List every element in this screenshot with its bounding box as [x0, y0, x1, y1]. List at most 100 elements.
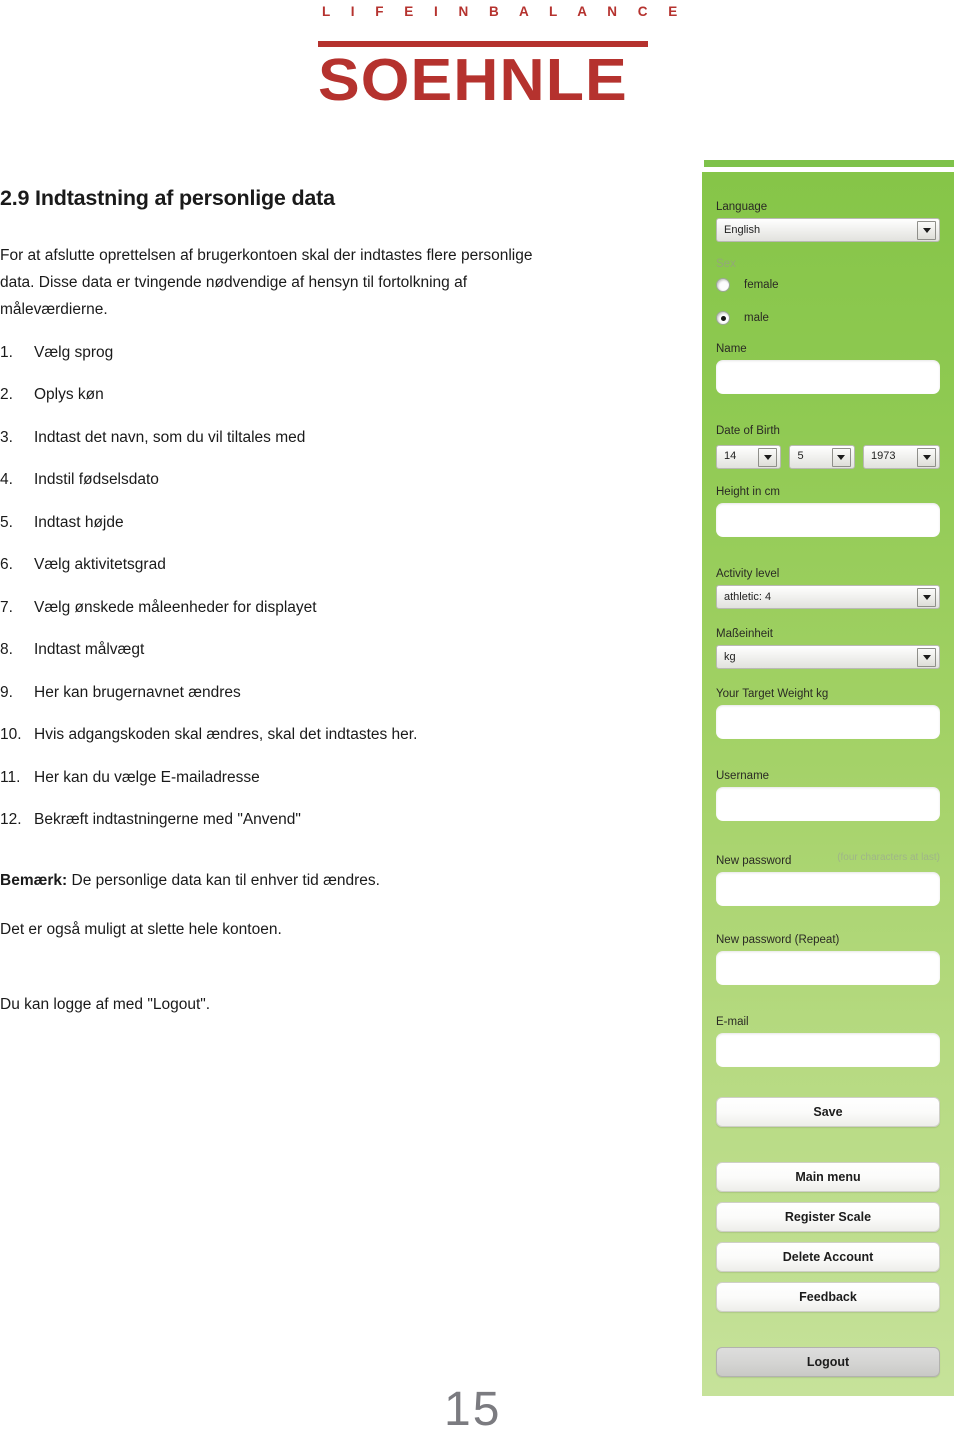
register-scale-button[interactable]: Register Scale: [716, 1202, 940, 1232]
field-email: E-mail: [716, 1015, 940, 1067]
language-select[interactable]: English: [716, 218, 940, 242]
note-logout: Du kan logge af med "Logout".: [0, 996, 211, 1014]
register-scale-button-label: Register Scale: [784, 1210, 872, 1224]
step-text: Indstil fødselsdato: [34, 471, 159, 489]
list-item: 6. Vælg aktivitetsgrad: [0, 555, 600, 575]
unit-select[interactable]: kg: [716, 645, 940, 669]
radio-male[interactable]: male: [716, 311, 769, 325]
username-input[interactable]: [716, 787, 940, 821]
sex-label: Sex: [716, 258, 736, 270]
step-text: Indtast det navn, som du vil tiltales me…: [34, 428, 306, 446]
intro-paragraph: For at afslutte oprettelsen af brugerkon…: [0, 246, 533, 318]
dob-day-select[interactable]: 14: [716, 445, 782, 469]
step-number: 8.: [0, 641, 13, 659]
page-title: 2.9 Indtastning af personlige data: [0, 186, 335, 210]
note-text: De personlige data kan til enhver tid æn…: [67, 872, 380, 890]
step-text: Vælg ønskede måleenheder for displayet: [34, 598, 317, 616]
dob-select-group: 14 5 1973: [716, 442, 940, 469]
logout-button-label: Logout: [806, 1355, 850, 1369]
chevron-down-icon[interactable]: [831, 448, 851, 467]
activity-value: athletic: 4: [724, 591, 772, 603]
chevron-down-icon[interactable]: [917, 648, 936, 667]
list-item: 9. Her kan brugernavnet ændres: [0, 683, 600, 703]
field-height: Height in cm: [716, 485, 940, 537]
save-button[interactable]: Save: [716, 1097, 940, 1127]
email-input[interactable]: [716, 1033, 940, 1067]
page-number: 15: [444, 1383, 502, 1436]
feedback-button[interactable]: Feedback: [716, 1282, 940, 1312]
radio-icon-male[interactable]: [716, 311, 730, 325]
notes-section: Bemærk: De personlige data kan til enhve…: [0, 867, 600, 1018]
activity-select[interactable]: athletic: 4: [716, 585, 940, 609]
field-username: Username: [716, 769, 940, 821]
dob-year-value: 1973: [870, 450, 896, 462]
field-new-password: New password (four characters at last): [716, 851, 940, 906]
new-password-repeat-label: New password (Repeat): [716, 934, 840, 946]
list-item: 10. Hvis adgangskoden skal ændres, skal d…: [0, 725, 600, 745]
field-unit: Maßeinheit kg: [716, 627, 940, 669]
step-text: Vælg aktivitetsgrad: [34, 556, 166, 574]
step-number: 3.: [0, 428, 13, 446]
radio-icon-female[interactable]: [716, 278, 730, 292]
chevron-down-icon[interactable]: [917, 448, 936, 467]
new-password-label: New password: [716, 855, 792, 867]
language-label: Language: [716, 201, 768, 213]
target-weight-label: Your Target Weight kg: [716, 688, 829, 700]
main-menu-button[interactable]: Main menu: [716, 1162, 940, 1192]
panel-top-bar: [704, 160, 954, 167]
app-screenshot-panel: Language English Sex female male Name Da…: [702, 160, 954, 1396]
radio-label-male: male: [744, 312, 769, 324]
email-label: E-mail: [716, 1016, 749, 1028]
brand-header: L I F E I N B A L A N C E SOEHNLE: [318, 0, 686, 110]
dob-year-select[interactable]: 1973: [862, 445, 940, 469]
field-name: Name: [716, 342, 940, 394]
height-input[interactable]: [716, 503, 940, 537]
field-target-weight: Your Target Weight kg: [716, 687, 940, 739]
chevron-down-icon[interactable]: [917, 588, 936, 607]
feedback-button-label: Feedback: [799, 1290, 857, 1304]
name-input[interactable]: [716, 360, 940, 394]
brand-tagline: L I F E I N B A L A N C E: [322, 4, 686, 19]
list-item: 5. Indtast højde: [0, 513, 600, 533]
list-item: 4. Indstil fødselsdato: [0, 470, 600, 490]
step-number: 7.: [0, 598, 13, 616]
step-number: 12.: [0, 811, 22, 829]
radio-female[interactable]: female: [716, 278, 779, 292]
new-password-repeat-input[interactable]: [716, 951, 940, 985]
dob-day-value: 14: [724, 450, 737, 462]
dob-month-select[interactable]: 5: [789, 445, 855, 469]
save-button-label: Save: [813, 1105, 843, 1119]
note-paragraph: Bemærk: De personlige data kan til enhve…: [0, 867, 565, 894]
activity-label: Activity level: [716, 568, 780, 580]
field-language: Language English: [716, 200, 940, 242]
target-weight-input[interactable]: [716, 705, 940, 739]
step-number: 1.: [0, 343, 13, 361]
name-label: Name: [716, 343, 747, 355]
note-delete-account: Det er også muligt at slette hele kontoe…: [0, 921, 282, 939]
radio-label-female: female: [744, 279, 779, 291]
step-number: 5.: [0, 513, 13, 531]
step-text: Hvis adgangskoden skal ændres, skal det …: [34, 726, 418, 744]
dob-label: Date of Birth: [716, 425, 780, 437]
list-item: 2. Oplys køn: [0, 385, 600, 405]
logout-button[interactable]: Logout: [716, 1347, 940, 1377]
step-number: 10.: [0, 726, 22, 744]
dob-month-value: 5: [797, 450, 804, 462]
new-password-label-row: New password (four characters at last): [716, 851, 940, 869]
field-sex: Sex: [716, 257, 940, 272]
step-number: 2.: [0, 386, 13, 404]
chevron-down-icon[interactable]: [917, 221, 936, 240]
new-password-input[interactable]: [716, 872, 940, 906]
language-value: English: [724, 224, 761, 236]
list-item: 3. Indtast det navn, som du vil tiltales …: [0, 428, 600, 448]
step-number: 4.: [0, 471, 13, 489]
main-menu-button-label: Main menu: [795, 1170, 861, 1184]
username-label: Username: [716, 770, 770, 782]
delete-account-button[interactable]: Delete Account: [716, 1242, 940, 1272]
step-text: Bekræft indtastningerne med "Anvend": [34, 811, 301, 829]
panel-body: Language English Sex female male Name Da…: [702, 172, 954, 1396]
field-date-of-birth: Date of Birth 14 5 1973: [716, 424, 940, 469]
list-item: 7. Vælg ønskede måleenheder for displayet: [0, 598, 600, 618]
field-activity-level: Activity level athletic: 4: [716, 567, 940, 609]
chevron-down-icon[interactable]: [758, 448, 778, 467]
